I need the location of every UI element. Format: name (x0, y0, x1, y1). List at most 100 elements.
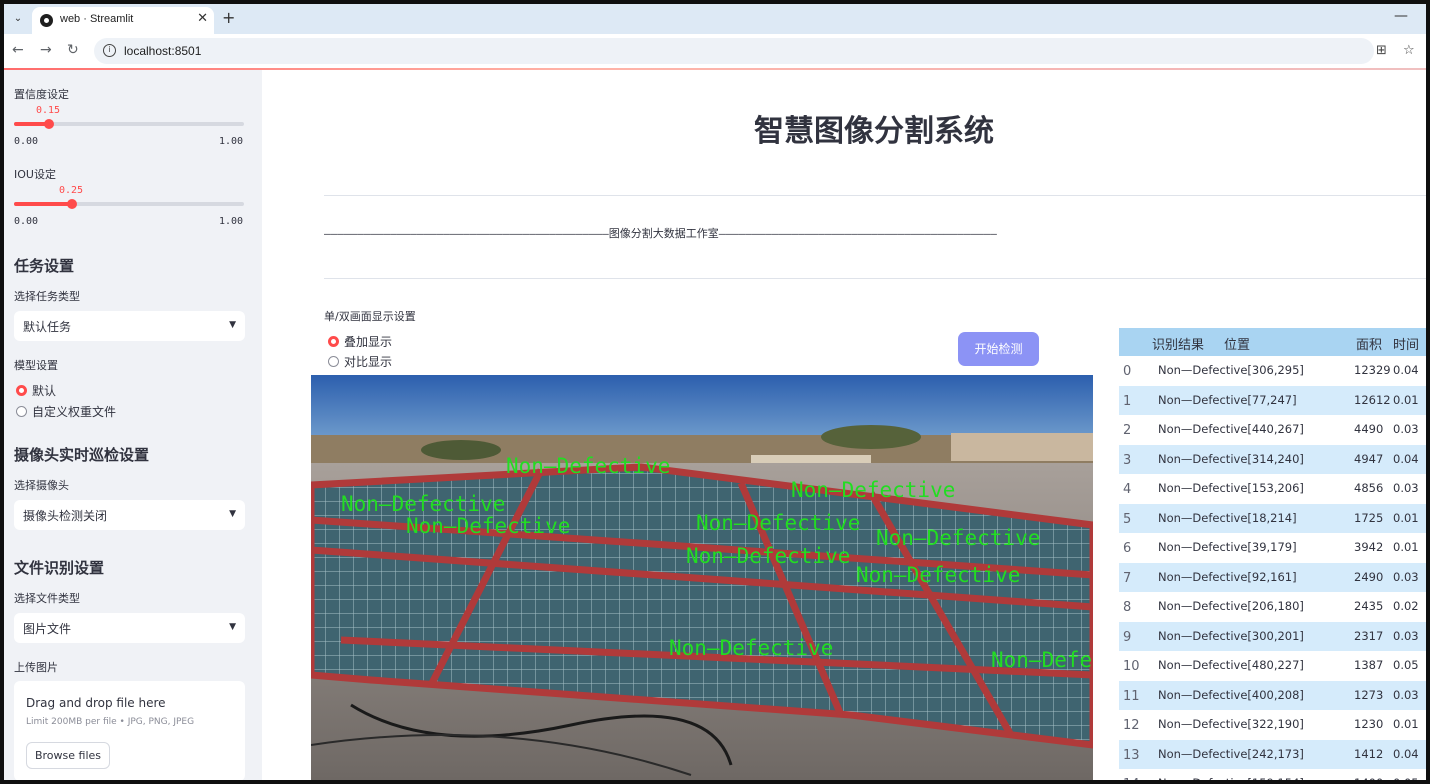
cell-result: Non—Defective[77,247] (1158, 392, 1297, 407)
start-detection-button[interactable]: 开始检测 (958, 332, 1039, 366)
minimize-icon[interactable]: — (1394, 8, 1408, 24)
file-type-select[interactable]: 图片文件 ▼ (14, 613, 245, 643)
cell-area: 4490 (1354, 422, 1384, 436)
display-radio-overlay[interactable]: 叠加显示 (328, 333, 392, 350)
model-radio-custom[interactable]: 自定义权重文件 (16, 403, 116, 420)
table-header: 识别结果 位置 面积 时间 (1119, 328, 1426, 356)
table-row[interactable]: 13 Non—Defective[242,173] 1412 0.04 (1119, 739, 1426, 769)
confidence-slider[interactable] (14, 119, 244, 129)
table-row[interactable]: 0 Non—Defective[306,295] 12329 0.04 (1119, 356, 1426, 386)
table-row[interactable]: 14 Non—Defective[159,154] 1400 0.05 (1119, 769, 1426, 780)
display-option-label: 对比显示 (344, 355, 393, 369)
results-table[interactable]: 识别结果 位置 面积 时间 0 Non—Defective[306,295] 123… (1119, 328, 1426, 780)
table-row[interactable]: 6 Non—Defective[39,179] 3942 0.01 (1119, 533, 1426, 563)
table-row[interactable]: 11 Non—Defective[400,208] 1273 0.03 (1119, 680, 1426, 710)
row-index: 13 (1123, 747, 1140, 763)
table-row[interactable]: 10 Non—Defective[480,227] 1387 0.05 (1119, 651, 1426, 681)
row-index: 10 (1123, 659, 1140, 674)
bookmark-star-icon[interactable]: ☆ (1403, 43, 1415, 58)
cell-result: Non—Defective[153,206] (1158, 481, 1304, 495)
cell-area: 1725 (1354, 510, 1384, 525)
camera-select[interactable]: 摄像头检测关闭 ▼ (14, 500, 245, 530)
cell-time: 0.04 (1393, 746, 1419, 761)
translate-icon[interactable]: ⊞ (1376, 43, 1387, 58)
cell-result: Non—Defective[18,214] (1158, 510, 1297, 525)
row-index: 7 (1123, 570, 1132, 586)
close-tab-icon[interactable]: ✕ (197, 11, 208, 26)
dropzone-limit: Limit 200MB per file • JPG, PNG, JPEG (26, 717, 195, 727)
tab-search-icon[interactable]: ⌄ (8, 9, 28, 29)
confidence-max: 1.00 (219, 136, 244, 147)
label-9: Non—Defective (669, 636, 833, 660)
browse-files-button[interactable]: Browse files (26, 742, 110, 769)
table-row[interactable]: 9 Non—Defective[300,201] 2317 0.03 (1119, 621, 1426, 651)
label-3: Non—Defective (406, 514, 570, 538)
file-type-value: 图片文件 (23, 622, 72, 636)
browser-window: ⌄ web · Streamlit ✕ + — ← → ↻ i localhos… (4, 4, 1426, 780)
forward-icon[interactable]: → (40, 42, 52, 58)
cell-result: Non—Defective[314,240] (1158, 451, 1304, 466)
cell-result: Non—Defective[242,173] (1158, 746, 1304, 761)
row-index: 12 (1123, 718, 1140, 733)
solar-panel-photo: Non—Defective Non—Defective Non—Defectiv… (311, 375, 1093, 780)
column-header[interactable]: 识别结果 (1152, 334, 1204, 353)
column-header[interactable]: 位置 (1224, 334, 1250, 353)
cell-result: Non—Defective[440,267] (1158, 422, 1304, 436)
new-tab-icon[interactable]: + (222, 8, 235, 27)
confidence-slider-thumb[interactable] (44, 119, 54, 129)
file-dropzone[interactable]: Drag and drop file here Limit 200MB per … (14, 681, 245, 780)
cell-result: Non—Defective[206,180] (1158, 599, 1304, 613)
file-heading: 文件识别设置 (14, 559, 105, 577)
task-type-select[interactable]: 默认任务 ▼ (14, 311, 245, 341)
cell-area: 12612 (1354, 392, 1391, 407)
divider (324, 195, 1426, 196)
table-row[interactable]: 4 Non—Defective[153,206] 4856 0.03 (1119, 474, 1426, 504)
browser-tab[interactable]: web · Streamlit ✕ (32, 7, 214, 34)
cell-time: 0.03 (1393, 569, 1419, 584)
model-option-label: 默认 (32, 384, 57, 398)
url-field[interactable]: i localhost:8501 (94, 38, 1374, 64)
row-index: 14 (1123, 777, 1140, 780)
table-row[interactable]: 3 Non—Defective[314,240] 4947 0.04 (1119, 444, 1426, 474)
cell-time: 0.03 (1393, 687, 1419, 702)
model-radio-default[interactable]: 默认 (16, 382, 56, 399)
iou-min: 0.00 (14, 216, 39, 227)
back-icon[interactable]: ← (12, 42, 24, 58)
iou-value: 0.25 (59, 185, 84, 196)
radio-empty-icon (16, 406, 27, 417)
row-index: 8 (1123, 600, 1132, 615)
url-text: localhost:8501 (124, 44, 202, 58)
label-7: Non—Defective (876, 526, 1040, 550)
column-header[interactable]: 时间 (1393, 334, 1419, 353)
task-type-value: 默认任务 (23, 320, 72, 334)
cell-time: 0.03 (1393, 628, 1419, 643)
table-row[interactable]: 7 Non—Defective[92,161] 2490 0.03 (1119, 562, 1426, 592)
file-type-label: 选择文件类型 (14, 592, 80, 605)
label-1: Non—Defective (506, 454, 670, 478)
cell-time: 0.01 (1393, 717, 1419, 731)
display-radio-compare[interactable]: 对比显示 (328, 353, 392, 370)
row-index: 4 (1123, 482, 1132, 497)
row-index: 11 (1123, 688, 1140, 704)
table-row[interactable]: 5 Non—Defective[18,214] 1725 0.01 (1119, 503, 1426, 533)
site-info-icon[interactable]: i (103, 44, 116, 57)
camera-label: 选择摄像头 (14, 479, 69, 492)
model-option-label: 自定义权重文件 (32, 405, 117, 419)
table-row[interactable]: 1 Non—Defective[77,247] 12612 0.01 (1119, 385, 1426, 415)
reload-icon[interactable]: ↻ (67, 42, 79, 58)
table-row[interactable]: 12 Non—Defective[322,190] 1230 0.01 (1119, 710, 1426, 740)
row-index: 0 (1123, 364, 1132, 379)
label-5: Non—Defective (791, 478, 955, 502)
row-index: 2 (1123, 423, 1132, 438)
chevron-down-icon: ▼ (229, 320, 236, 330)
row-index: 9 (1123, 629, 1132, 645)
table-row[interactable]: 2 Non—Defective[440,267] 4490 0.03 (1119, 415, 1426, 445)
table-row[interactable]: 8 Non—Defective[206,180] 2435 0.02 (1119, 592, 1426, 622)
column-header[interactable]: 面积 (1356, 334, 1382, 353)
label-6: Non—Defective (686, 544, 850, 568)
row-index: 1 (1123, 393, 1132, 409)
radio-selected-icon (328, 336, 339, 347)
iou-slider[interactable] (14, 199, 244, 209)
model-label: 模型设置 (14, 359, 58, 372)
iou-slider-thumb[interactable] (67, 199, 77, 209)
